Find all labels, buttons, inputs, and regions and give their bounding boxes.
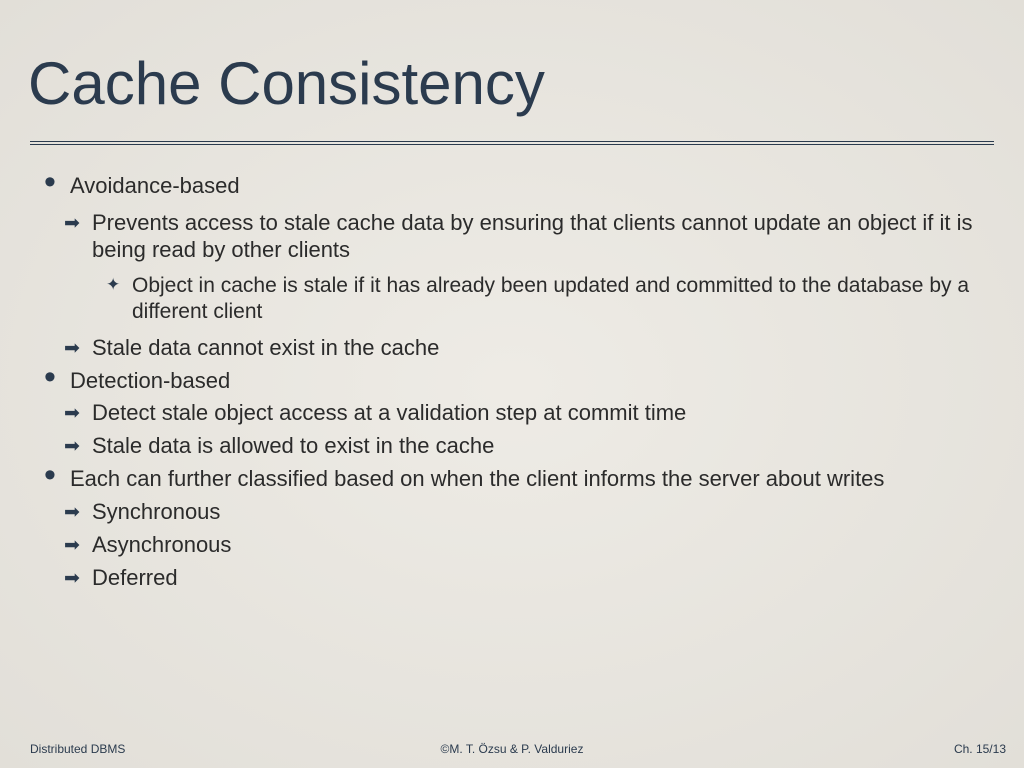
slide-title: Cache Consistency [0, 0, 1024, 115]
subpoint-text: Detect stale object access at a validati… [92, 400, 686, 425]
subpoint-text: Asynchronous [92, 532, 231, 557]
arrow-icon: ➡ [64, 435, 80, 458]
subpoint-prevents: ➡ Prevents access to stale cache data by… [64, 210, 994, 264]
subpoint-text: Stale data cannot exist in the cache [92, 335, 439, 360]
slide-body: • Avoidance-based ➡ Prevents access to s… [0, 145, 1024, 591]
bullet-classification: • Each can further classified based on w… [46, 466, 994, 493]
footer-right: Ch. 15/13 [954, 742, 1006, 756]
arrow-icon: ➡ [64, 337, 80, 360]
bullet-detection: • Detection-based [46, 368, 994, 395]
subpoint-stale-cannot: ➡ Stale data cannot exist in the cache [64, 335, 994, 362]
subpoint-text: Prevents access to stale cache data by e… [92, 210, 973, 262]
subpoint-deferred: ➡ Deferred [64, 565, 994, 592]
bullet-dot-icon: • [44, 360, 56, 394]
subpoint-stale-allowed: ➡ Stale data is allowed to exist in the … [64, 433, 994, 460]
arrow-icon: ➡ [64, 534, 80, 557]
subpoint-detect: ➡ Detect stale object access at a valida… [64, 400, 994, 427]
slide: Cache Consistency • Avoidance-based ➡ Pr… [0, 0, 1024, 768]
bullet-avoidance: • Avoidance-based [46, 173, 994, 200]
arrow-icon: ➡ [64, 212, 80, 235]
subpoint-text: Synchronous [92, 499, 220, 524]
subpoint-asynchronous: ➡ Asynchronous [64, 532, 994, 559]
bullet-dot-icon: • [44, 165, 56, 199]
subsubpoint-stale-def: ✦ Object in cache is stale if it has alr… [106, 273, 994, 324]
arrow-icon: ➡ [64, 501, 80, 524]
subsubpoint-text: Object in cache is stale if it has alrea… [132, 274, 969, 323]
bullet-text: Avoidance-based [70, 173, 240, 198]
subpoint-synchronous: ➡ Synchronous [64, 499, 994, 526]
arrow-icon: ➡ [64, 567, 80, 590]
bullet-dot-icon: • [44, 458, 56, 492]
footer-center: ©M. T. Özsu & P. Valduriez [0, 742, 1024, 756]
bullet-text: Detection-based [70, 368, 230, 393]
diamond-icon: ✦ [106, 275, 120, 296]
bullet-text: Each can further classified based on whe… [70, 466, 884, 491]
subpoint-text: Deferred [92, 565, 178, 590]
subpoint-text: Stale data is allowed to exist in the ca… [92, 433, 494, 458]
arrow-icon: ➡ [64, 402, 80, 425]
